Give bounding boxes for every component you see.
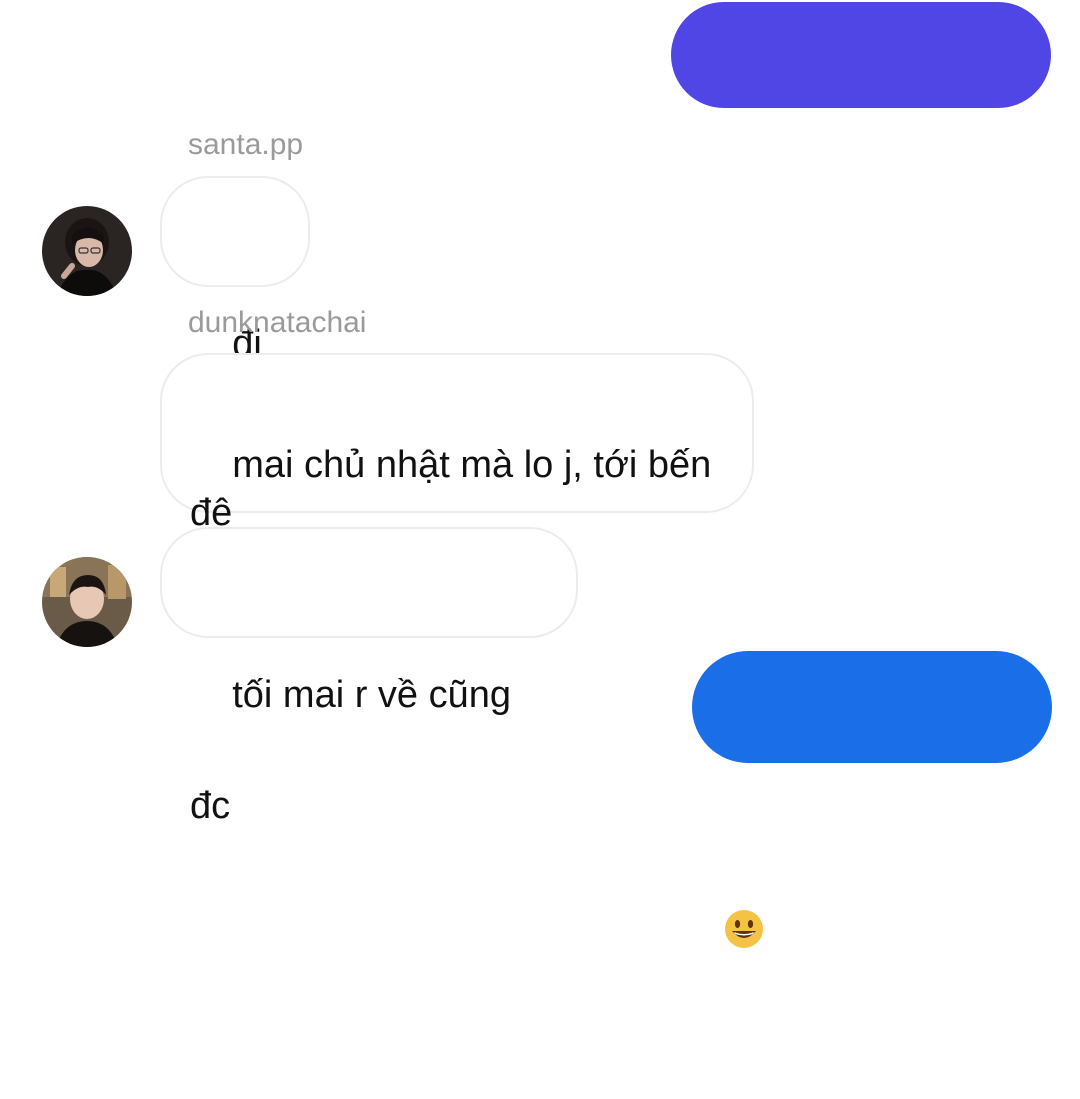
message-text: ham vui v cha	[764, 798, 999, 840]
profile-photo-icon	[42, 557, 132, 647]
sender-name: santa.pp	[188, 128, 304, 161]
avatar-santa-pp[interactable]	[42, 206, 132, 296]
message-text: mai chủ nhật mà lo j, tới bến đê	[190, 444, 712, 534]
message-text: tối mai r về cũng đc	[190, 674, 522, 827]
incoming-message-bubble[interactable]: tối mai r về cũng đc	[160, 527, 578, 827]
outgoing-message-bubble[interactable]: thế mày có đi ko?	[671, 2, 1051, 288]
profile-photo-icon	[42, 206, 132, 296]
chat-thread: thế mày có đi ko? santa.pp đi dunknatach…	[0, 0, 1080, 948]
grinning-face-icon	[725, 910, 763, 948]
outgoing-message-bubble[interactable]: ham vui v cha	[692, 651, 1052, 948]
message-text: thế mày có đi ko?	[701, 140, 980, 288]
sender-name: dunknatachai	[188, 306, 367, 339]
incoming-message-bubble[interactable]: mai chủ nhật mà lo j, tới bến đê	[160, 353, 754, 534]
avatar-dunknatachai[interactable]	[42, 557, 132, 647]
incoming-message-bubble[interactable]: đi	[160, 176, 310, 473]
